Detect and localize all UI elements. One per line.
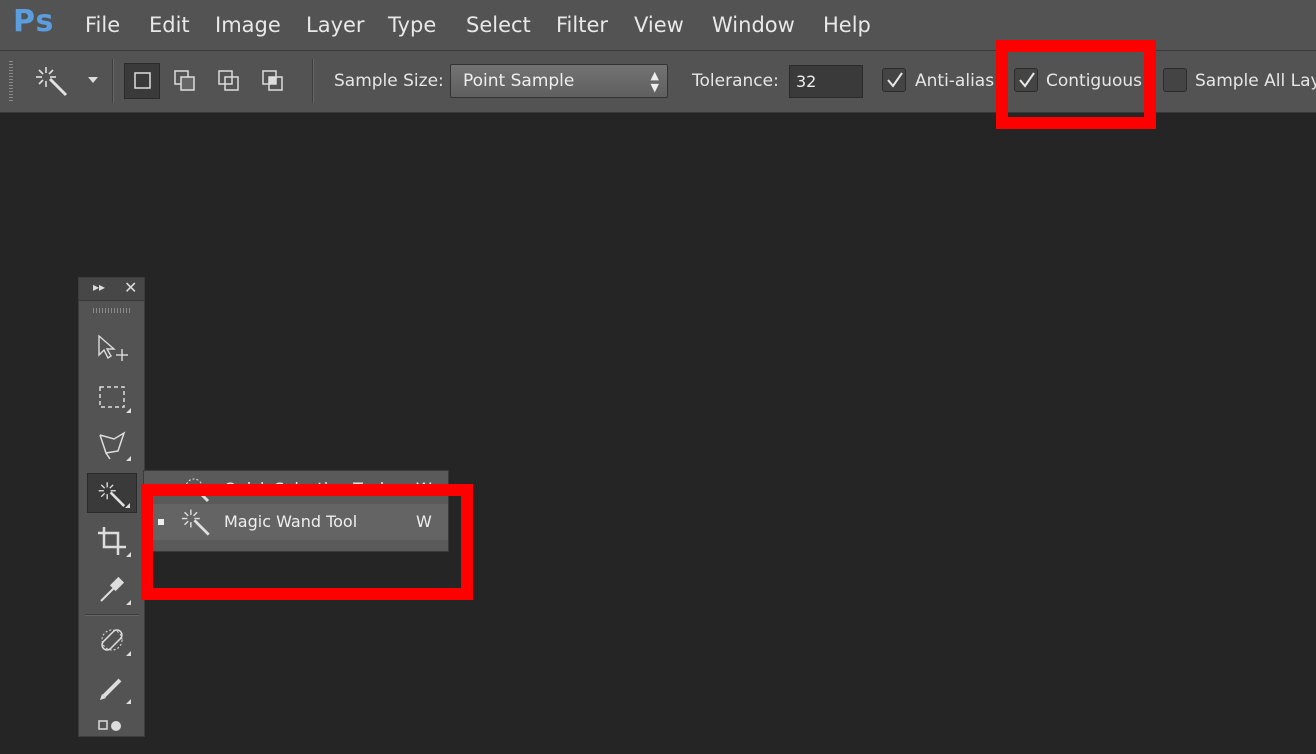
submenu-indicator [126, 456, 131, 461]
eyedropper-icon [100, 576, 125, 602]
tool-flyout-menu: Quick Selection Tool W Magic Wand Tool W [143, 470, 449, 552]
menu-image[interactable]: Image [215, 11, 281, 39]
magic-wand-icon [36, 67, 68, 97]
menu-edit[interactable]: Edit [149, 11, 190, 39]
anti-alias-label: Anti-alias [915, 71, 995, 91]
menu-window[interactable]: Window [712, 11, 795, 39]
magic-wand-tool-label: Magic Wand Tool [224, 512, 358, 531]
brush-tool[interactable] [87, 668, 137, 708]
spot-healing-brush-tool[interactable] [87, 620, 137, 660]
options-bar: Sample Size: Point Sample ▲ ▼ Tolerance: … [0, 51, 1316, 113]
subtract-from-selection-icon [218, 70, 239, 91]
submenu-indicator [126, 408, 131, 413]
crop-icon [98, 527, 126, 555]
eyedropper-tool[interactable] [87, 569, 137, 609]
move-tool[interactable] [87, 329, 137, 369]
separator [85, 614, 139, 615]
anti-alias-checkbox[interactable] [882, 68, 906, 92]
tools-panel-grip[interactable] [93, 308, 131, 313]
quick-selection-tool-item[interactable]: Quick Selection Tool W [144, 471, 448, 507]
menu-view[interactable]: View [634, 11, 684, 39]
magic-wand-tool-item[interactable]: Magic Wand Tool W [144, 504, 448, 540]
polygonal-lasso-icon [99, 431, 126, 460]
clone-stamp-tool[interactable] [87, 714, 137, 754]
sample-all-layers-checkbox[interactable] [1163, 68, 1187, 92]
magic-wand-tool[interactable] [87, 473, 137, 513]
polygonal-lasso-tool[interactable] [87, 425, 137, 465]
separator [312, 59, 313, 103]
magic-wand-icon [181, 509, 210, 536]
quick-selection-shortcut: W [416, 479, 432, 498]
quick-selection-tool-label: Quick Selection Tool [224, 479, 385, 498]
move-icon [98, 334, 128, 361]
intersect-with-selection-button[interactable] [256, 63, 292, 99]
tools-panel-header[interactable]: ▸▸ ✕ [79, 278, 144, 301]
tolerance-label: Tolerance: [692, 71, 779, 91]
marquee-icon [99, 386, 125, 408]
submenu-indicator [125, 503, 130, 508]
select-arrows-icon: ▲ ▼ [650, 69, 659, 94]
crop-tool[interactable] [87, 521, 137, 561]
close-icon[interactable]: ✕ [124, 278, 137, 297]
add-to-selection-icon [174, 70, 195, 91]
submenu-indicator [126, 651, 131, 656]
contiguous-label: Contiguous [1046, 71, 1143, 91]
sample-size-label: Sample Size: [334, 71, 444, 91]
submenu-indicator [126, 600, 131, 605]
menu-filter[interactable]: Filter [556, 11, 608, 39]
chevron-down-icon [88, 77, 98, 83]
add-to-selection-button[interactable] [168, 63, 204, 99]
submenu-indicator [126, 699, 131, 704]
sample-all-layers-label: Sample All Laye [1195, 71, 1316, 91]
intersect-with-selection-icon [262, 70, 283, 91]
expand-panel-icon[interactable]: ▸▸ [93, 280, 105, 294]
selected-bullet-icon [158, 519, 164, 525]
new-selection-button[interactable] [124, 63, 160, 99]
rectangular-marquee-tool[interactable] [87, 377, 137, 417]
menu-help[interactable]: Help [823, 11, 871, 39]
separator [112, 59, 113, 103]
contiguous-checkbox[interactable] [1014, 68, 1038, 92]
sample-size-value: Point Sample [463, 71, 575, 91]
sample-size-select[interactable]: Point Sample ▲ ▼ [450, 64, 668, 98]
clone-stamp-icon [98, 720, 121, 731]
menu-select[interactable]: Select [466, 11, 531, 39]
brush-icon [100, 678, 122, 700]
checkmark-icon [1019, 72, 1035, 88]
checkmark-icon [887, 72, 903, 88]
submenu-indicator [126, 552, 131, 557]
menu-file[interactable]: File [85, 11, 120, 39]
tolerance-input[interactable]: 32 [789, 65, 863, 98]
menu-type[interactable]: Type [388, 11, 436, 39]
options-bar-grip[interactable] [9, 61, 13, 101]
menu-bar: Ps File Edit Image Layer Type Select Fil… [0, 0, 1316, 51]
magic-wand-shortcut: W [416, 512, 432, 531]
photoshop-logo: Ps [13, 4, 55, 39]
menu-layer[interactable]: Layer [306, 11, 365, 39]
tools-panel: ▸▸ ✕ [78, 277, 145, 737]
new-selection-icon [134, 72, 151, 89]
subtract-from-selection-button[interactable] [212, 63, 248, 99]
quick-selection-icon [185, 478, 210, 503]
tool-preset-picker[interactable] [34, 63, 102, 101]
bandage-icon [101, 629, 123, 651]
